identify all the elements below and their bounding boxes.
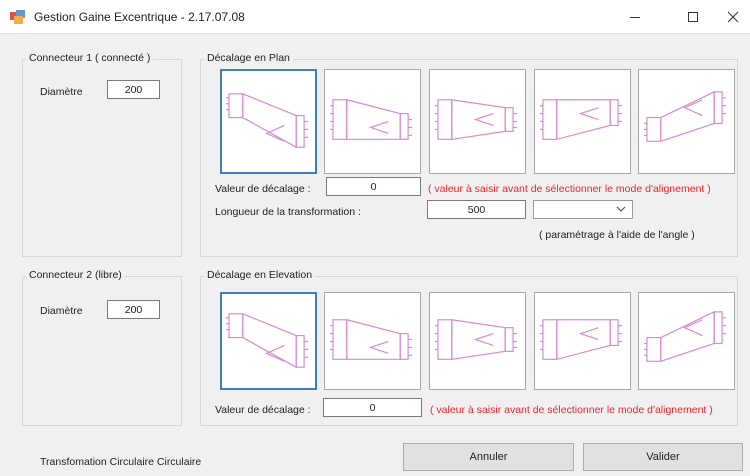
elevation-mode-1[interactable] (220, 292, 317, 390)
plan-offset-title: Décalage en Plan (204, 52, 293, 64)
plan-angle-hint: ( paramétrage à l'aide de l'angle ) (539, 229, 695, 241)
close-button[interactable] (710, 0, 750, 34)
connector2-group (22, 276, 182, 426)
plan-mode-2[interactable] (324, 69, 421, 174)
plan-mode-1[interactable] (220, 69, 317, 174)
ok-button[interactable]: Valider (583, 443, 743, 471)
chevron-down-icon (616, 206, 626, 212)
elevation-offset-input[interactable] (323, 398, 422, 417)
duct-align-left-icon (225, 312, 309, 368)
connector1-diameter-label: Diamètre (40, 86, 83, 98)
duct-align-top-icon (539, 99, 623, 141)
close-icon (727, 11, 739, 23)
window-title: Gestion Gaine Excentrique - 2.17.07.08 (34, 10, 245, 24)
plan-mode-5[interactable] (638, 69, 735, 174)
plan-offset-label: Valeur de décalage : (215, 183, 311, 195)
elevation-offset-label: Valeur de décalage : (215, 404, 311, 416)
duct-align-right-icon (643, 310, 727, 362)
status-text: Transfomation Circulaire Circulaire (40, 456, 202, 468)
elevation-mode-2[interactable] (324, 292, 421, 390)
plan-length-label: Longueur de la transformation : (215, 206, 361, 218)
maximize-icon (688, 12, 698, 22)
elevation-mode-4[interactable] (534, 292, 631, 390)
duct-align-center-icon (434, 318, 518, 360)
elevation-offset-title: Décalage en Elevation (204, 269, 316, 281)
plan-offset-hint: ( valeur à saisir avant de sélectionner … (428, 183, 711, 195)
elevation-mode-5[interactable] (638, 292, 735, 390)
connector1-title: Connecteur 1 ( connecté ) (26, 52, 154, 64)
connector2-title: Connecteur 2 (libre) (26, 269, 125, 281)
minimize-button[interactable] (612, 0, 658, 34)
duct-align-left-icon (225, 92, 309, 149)
cancel-button[interactable]: Annuler (403, 443, 574, 471)
duct-align-center-icon (434, 99, 518, 140)
duct-align-bottom-icon (329, 98, 413, 140)
app-window-icon (10, 10, 25, 24)
plan-mode-3[interactable] (429, 69, 526, 174)
plan-offset-input[interactable] (326, 177, 421, 196)
connector2-diameter-input[interactable] (107, 300, 160, 319)
plan-length-input[interactable] (427, 200, 526, 219)
duct-align-top-icon (539, 318, 623, 360)
connector2-diameter-label: Diamètre (40, 305, 83, 317)
minimize-icon (630, 17, 640, 18)
elevation-mode-3[interactable] (429, 292, 526, 390)
plan-angle-select[interactable] (533, 200, 633, 219)
title-bar[interactable]: Gestion Gaine Excentrique - 2.17.07.08 (0, 0, 750, 34)
connector1-diameter-input[interactable] (107, 80, 160, 99)
duct-align-bottom-icon (329, 318, 413, 360)
elevation-offset-hint: ( valeur à saisir avant de sélectionner … (430, 404, 713, 416)
duct-align-right-icon (643, 90, 727, 143)
plan-mode-4[interactable] (534, 69, 631, 174)
